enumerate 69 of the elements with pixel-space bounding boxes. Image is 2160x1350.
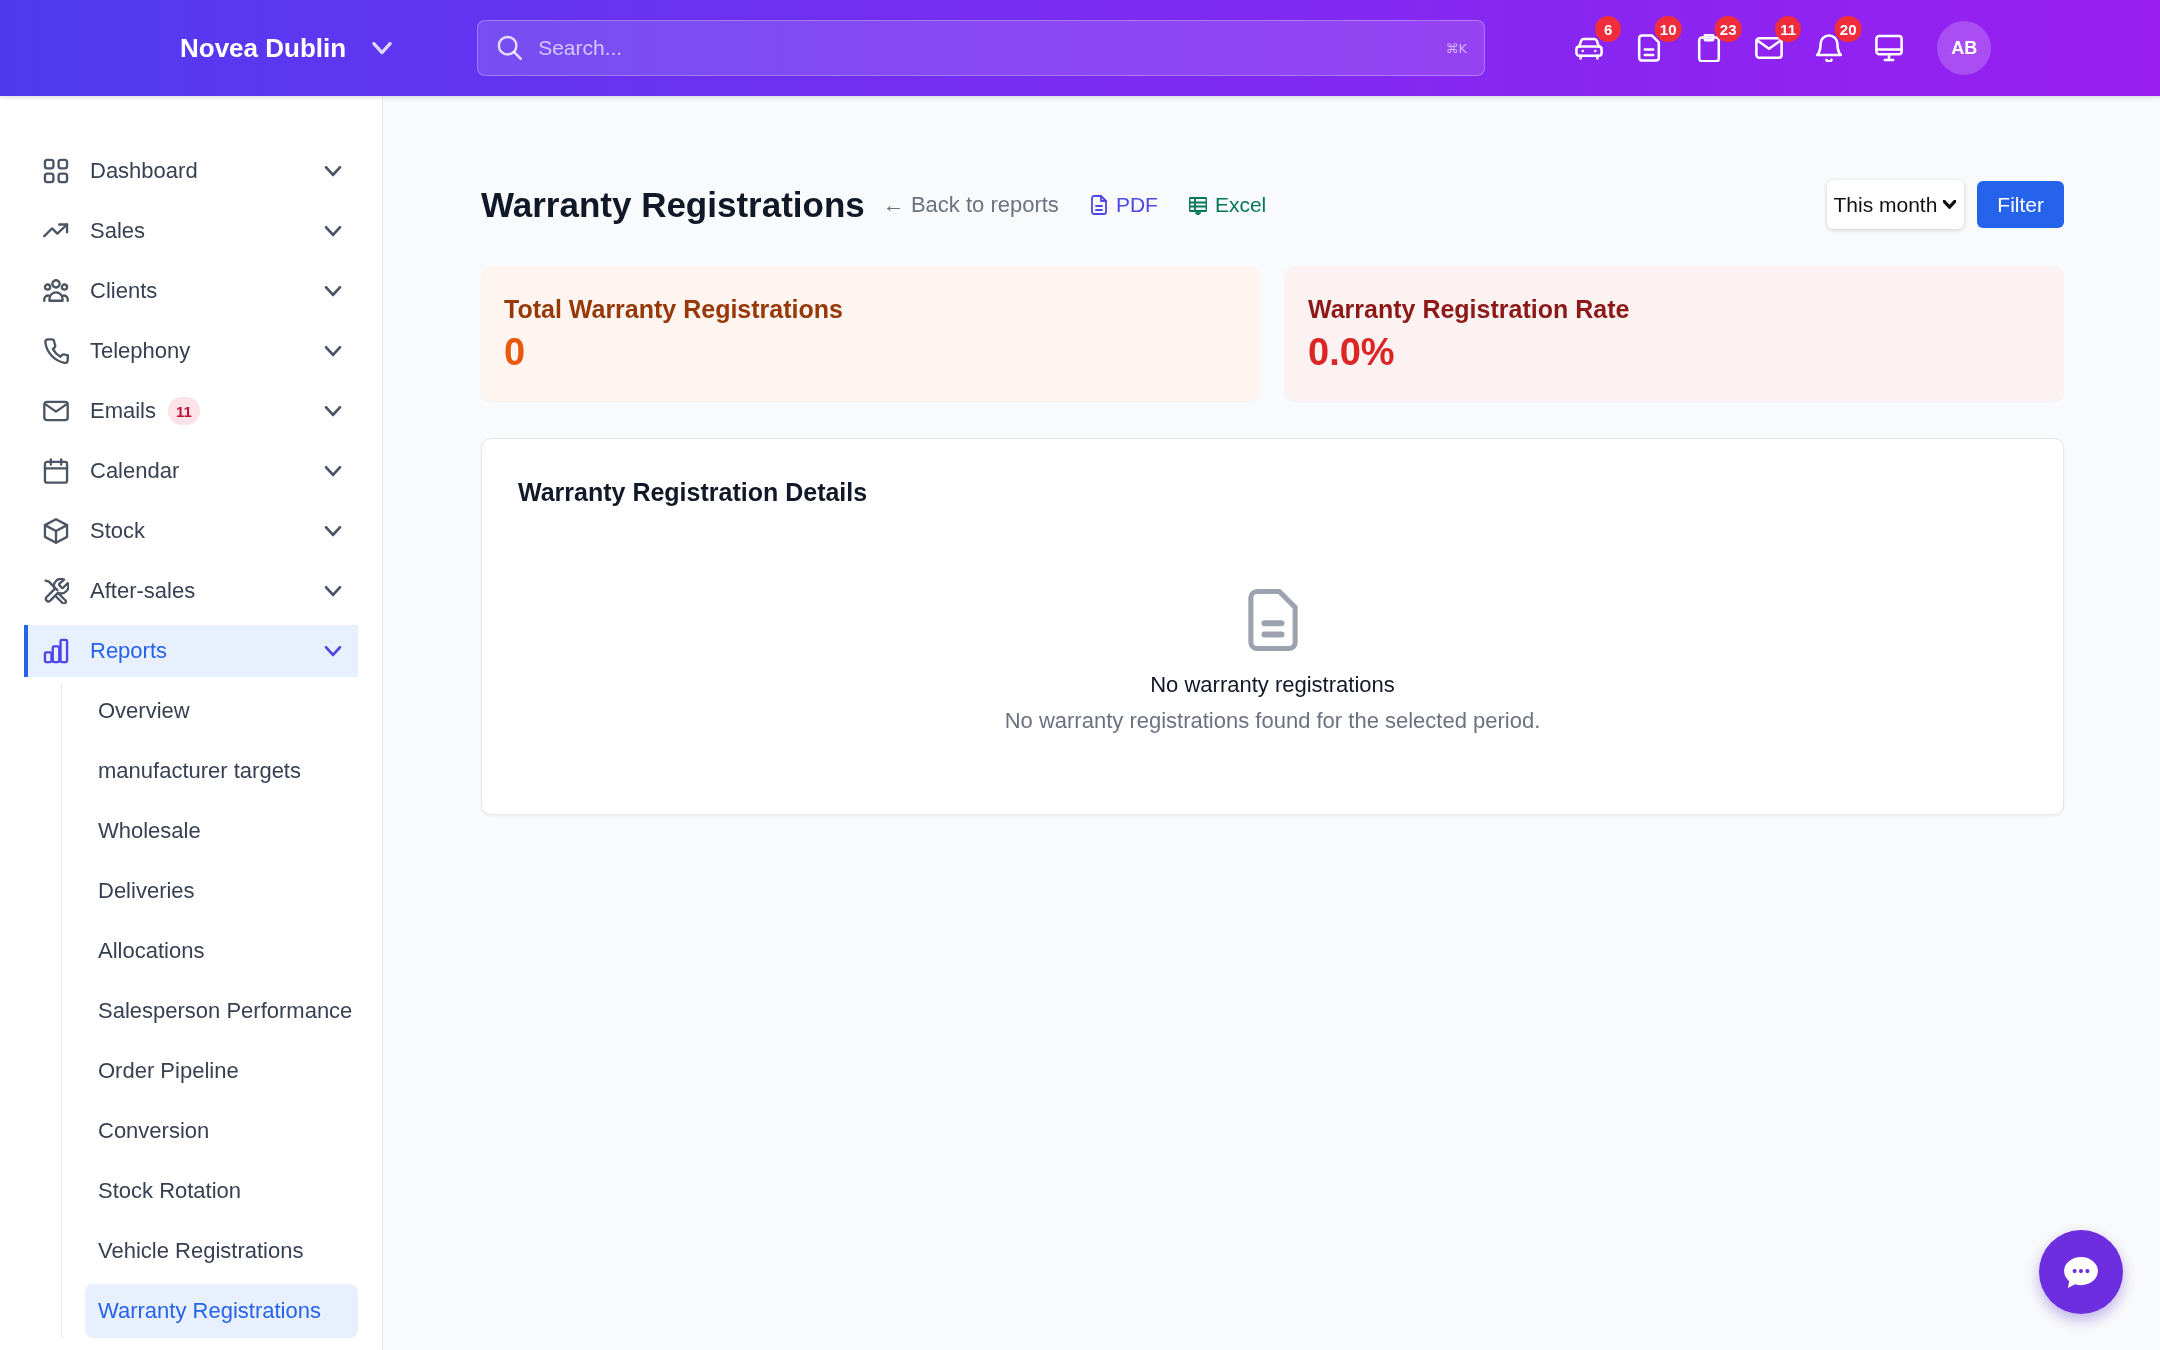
nav-subitem[interactable]: Stock Rotation — [85, 1164, 358, 1218]
chevron-down-icon[interactable] — [324, 465, 342, 477]
export-link[interactable]: Excel — [1188, 192, 1267, 217]
nav-subitem[interactable]: Deliveries — [85, 864, 358, 918]
nav-subitem[interactable]: Overview — [85, 684, 358, 738]
chat-bubble-icon — [2064, 1256, 2098, 1288]
stat-value: 0 — [504, 331, 527, 373]
chevron-down-icon[interactable] — [324, 285, 342, 297]
count-badge: 10 — [1654, 16, 1682, 42]
chevron-down-icon[interactable] — [324, 645, 342, 657]
page-title: Warranty Registrations — [481, 184, 865, 225]
monitor-icon[interactable] — [1875, 34, 1904, 62]
nav-item[interactable]: Stock — [24, 505, 358, 557]
chevron-down-icon[interactable] — [324, 525, 342, 537]
card-title: Warranty Registration Details — [518, 477, 869, 507]
count-badge: 23 — [1714, 16, 1742, 42]
document-icon — [1247, 589, 1298, 651]
shortcut-hint: ⌘K — [1445, 40, 1468, 56]
filter-button[interactable]: Filter — [1977, 181, 2064, 228]
cube-icon — [43, 518, 69, 544]
chevron-down-icon[interactable] — [324, 345, 342, 357]
bell-icon[interactable] — [1815, 34, 1844, 62]
nav-item[interactable]: Telephony — [24, 325, 358, 377]
back-link[interactable]: ← Back to reports — [882, 191, 1059, 218]
search-icon — [497, 35, 523, 60]
nav-item[interactable]: Sales — [24, 205, 358, 257]
count-badge: 11 — [1775, 16, 1802, 42]
empty-state-title: No warranty registrations — [1150, 671, 1395, 699]
stat-title: Total Warranty Registrations — [504, 294, 844, 324]
nav-item[interactable]: Reports — [24, 625, 358, 677]
chevron-down-icon[interactable] — [324, 585, 342, 597]
users-icon — [43, 278, 69, 304]
count-badge: 6 — [1595, 16, 1622, 42]
empty-state-text: No warranty registrations found for the selected period. — [1004, 707, 1541, 735]
count-badge: 11 — [168, 397, 200, 425]
mail-icon — [43, 398, 69, 424]
chat-button[interactable] — [2039, 1230, 2123, 1314]
stat-title: Warranty Registration Rate — [1308, 294, 1631, 324]
nav-subitem[interactable]: Conversion — [85, 1104, 358, 1158]
tools-icon — [43, 578, 69, 604]
chevron-down-icon[interactable] — [324, 405, 342, 417]
nav-subitem[interactable]: Allocations — [85, 924, 358, 978]
nav-subitem[interactable]: Vehicle Registrations — [85, 1224, 358, 1278]
brand-name[interactable]: Novea Dublin — [180, 32, 347, 64]
period-select[interactable]: This month — [1827, 180, 1965, 229]
nav-subitem[interactable]: Order Pipeline — [85, 1044, 358, 1098]
count-badge: 20 — [1834, 16, 1862, 42]
nav-subitem[interactable]: Salesperson Performance — [85, 984, 358, 1038]
nav-subitem[interactable]: manufacturer targets — [85, 744, 358, 798]
stat-value: 0.0% — [1308, 331, 1396, 373]
spreadsheet-icon — [1188, 194, 1207, 215]
nav-item[interactable]: Dashboard — [24, 145, 358, 197]
nav-item[interactable]: Emails 11 — [24, 385, 358, 437]
user-avatar[interactable]: AB — [1937, 21, 1992, 75]
phone-icon — [43, 338, 69, 364]
nav-subitem[interactable]: Wholesale — [85, 804, 358, 858]
mail-icon[interactable] — [1755, 34, 1784, 62]
chevron-down-icon — [1943, 200, 1957, 209]
grid-icon — [43, 158, 69, 184]
nav-item[interactable]: After-sales — [24, 565, 358, 617]
bar-chart-icon — [43, 638, 69, 664]
chevron-down-icon[interactable] — [324, 165, 342, 177]
calendar-icon — [43, 458, 69, 484]
chevron-down-icon[interactable] — [324, 225, 342, 237]
nav-subitem[interactable]: Warranty Registrations — [85, 1284, 358, 1338]
nav-item[interactable]: Calendar — [24, 445, 358, 497]
document-icon — [1089, 194, 1108, 215]
nav-item[interactable]: Clients — [24, 265, 358, 317]
export-link[interactable]: PDF — [1089, 192, 1158, 217]
